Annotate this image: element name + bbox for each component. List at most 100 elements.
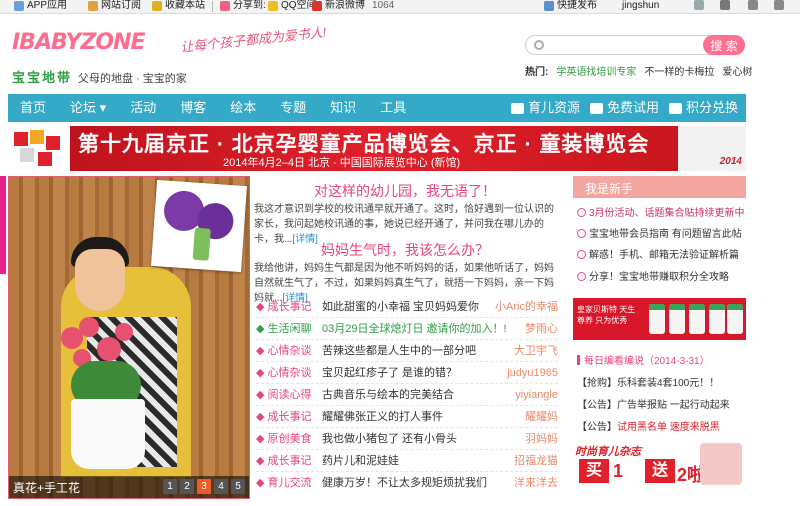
nav-tools[interactable]: 工具	[368, 94, 418, 122]
slideshow[interactable]: 真花+手工花 1 2 3 4 5	[8, 176, 250, 499]
newbie-item[interactable]: 3月份活动、话题集合贴持续更新中	[577, 204, 747, 219]
share-label: 分享到:	[220, 0, 266, 12]
nav-home[interactable]: 首页	[8, 94, 58, 122]
post-author[interactable]: yiyiangle	[515, 384, 558, 406]
post-title[interactable]: 耀耀佛张正义的打人事件	[322, 406, 443, 428]
hot-link[interactable]: 学英语找培训专家	[556, 63, 636, 78]
daily-item[interactable]: 【公告】试用黑名单 速度来脱黑	[577, 418, 720, 433]
list-item[interactable]: ◆ 生活闲聊 03月29日全球熄灯日 邀请你的加入！! 梦雨心	[256, 318, 558, 340]
star-icon	[152, 1, 162, 11]
post-category[interactable]: ◆ 育儿交流	[256, 472, 311, 494]
nav-blog[interactable]: 博客	[168, 94, 218, 122]
nav-activity[interactable]: 活动	[118, 94, 168, 122]
post-title[interactable]: 健康万岁！不让太多规矩烦扰我们	[322, 472, 487, 494]
list-item[interactable]: ◆ 原创美食 我也做小猪包了 还有小骨头 羽妈妈	[256, 428, 558, 450]
post-author[interactable]: 耀耀妈	[525, 406, 558, 428]
nav-knowledge[interactable]: 知识	[318, 94, 368, 122]
volume-icon[interactable]	[720, 0, 730, 10]
nav-picturebook[interactable]: 绘本	[218, 94, 268, 122]
search-icon	[577, 229, 586, 238]
list-item[interactable]: ◆ 阅读心得 古典音乐与绘本的完美结合 yiyiangle	[256, 384, 558, 406]
search-button[interactable]: 搜 索	[703, 35, 745, 55]
slide-page-3[interactable]: 3	[197, 479, 211, 494]
article-title[interactable]: 对这样的幼儿园，我无语了！	[252, 181, 558, 201]
hot-link[interactable]: 不一样的卡梅拉	[644, 63, 714, 78]
newbie-item[interactable]: 分享！宝宝地带赚取积分全攻略	[577, 268, 747, 283]
slide-page-5[interactable]: 5	[231, 479, 245, 494]
post-category[interactable]: ◆ 成长事记	[256, 296, 311, 318]
post-author[interactable]: 羽妈妈	[525, 428, 558, 450]
caret-down-icon: ▾	[99, 100, 107, 115]
post-title[interactable]: 如此甜蜜的小幸福 宝贝妈妈爱你	[322, 296, 479, 318]
divider	[212, 1, 213, 12]
post-author[interactable]: 梦雨心	[525, 318, 558, 340]
slide-thumbnail[interactable]	[151, 179, 247, 273]
post-author[interactable]: judyu1965	[507, 362, 558, 384]
site-logo[interactable]: IBABYZONE	[12, 28, 177, 68]
daily-item[interactable]: 【公告】广告举报贴 一起行动起来	[577, 396, 730, 411]
banner-subtitle: 2014年4月2–4日 北京 · 中国国际展览中心 (新馆)	[223, 157, 461, 169]
banner-year: 2014	[719, 156, 742, 167]
magazine-ad[interactable]: 时尚育儿杂志 买 1 送 2啦!	[573, 441, 746, 487]
post-category[interactable]: ◆ 心情杂谈	[256, 340, 311, 362]
formula-ad[interactable]: 皇家贝斯特 天生尊养 只为优秀	[573, 298, 746, 340]
post-title[interactable]: 古典音乐与绘本的完美结合	[322, 384, 454, 406]
post-author[interactable]: 招福龙猫	[514, 450, 558, 472]
slide-page-4[interactable]: 4	[214, 479, 228, 494]
weibo-share[interactable]: 新浪微博	[312, 0, 365, 12]
daily-title: 每日编看编说（2014-3-31）	[577, 352, 710, 367]
post-category[interactable]: ◆ 阅读心得	[256, 384, 311, 406]
share-count: 1064	[372, 0, 395, 11]
slide-caption-bar: 真花+手工花 1 2 3 4 5	[9, 476, 249, 498]
quick-publish[interactable]: 快捷发布	[544, 0, 597, 12]
app-menu[interactable]: APP应用	[14, 0, 67, 12]
nav-free-trial[interactable]: 免费试用	[589, 94, 659, 122]
post-author[interactable]: 小Aric的幸福	[495, 296, 558, 318]
app-icon	[14, 1, 24, 11]
post-author[interactable]: 大卫宇飞	[514, 340, 558, 362]
list-item[interactable]: ◆ 成长事记 如此甜蜜的小幸福 宝贝妈妈爱你 小Aric的幸福	[256, 296, 558, 318]
expo-banner[interactable]: 第十九届京正 · 北京孕婴童产品博览会、京正 · 童装博览会 2014年4月2–…	[8, 126, 746, 171]
cloud-icon	[510, 102, 524, 114]
list-item[interactable]: ◆ 成长事记 耀耀佛张正义的打人事件 耀耀妈	[256, 406, 558, 428]
post-category[interactable]: ◆ 成长事记	[256, 406, 311, 428]
bookmark-link[interactable]: 收藏本站	[152, 0, 205, 12]
slide-page-2[interactable]: 2	[180, 479, 194, 494]
post-category[interactable]: ◆ 生活闲聊	[256, 318, 311, 340]
list-item[interactable]: ◆ 成长事记 药片儿和泥娃娃 招福龙猫	[256, 450, 558, 472]
post-category[interactable]: ◆ 成长事记	[256, 450, 311, 472]
post-category[interactable]: ◆ 心情杂谈	[256, 362, 311, 384]
help-icon[interactable]	[774, 0, 784, 10]
nav-points[interactable]: 积分兑换	[668, 94, 738, 122]
gift-icon	[668, 102, 682, 114]
nav-forum[interactable]: 论坛 ▾	[58, 94, 118, 122]
list-item[interactable]: ◆ 育儿交流 健康万岁！不让太多规矩烦扰我们 洋来洋去	[256, 472, 558, 494]
article-title[interactable]: 妈妈生气时，我该怎么办？	[252, 240, 558, 260]
slide-page-1[interactable]: 1	[163, 479, 177, 494]
post-title[interactable]: 宝贝起红疹子了 是谁的错？	[322, 362, 457, 384]
list-item[interactable]: ◆ 心情杂谈 苦辣这些都是人生中的一部分吧 大卫宇飞	[256, 340, 558, 362]
username[interactable]: jingshun	[622, 0, 659, 12]
post-title[interactable]: 苦辣这些都是人生中的一部分吧	[322, 340, 476, 362]
qzone-share[interactable]: QQ空间	[268, 0, 317, 12]
newbie-item[interactable]: 宝宝地带会员指南 有问题留言此帖	[577, 225, 747, 240]
subscribe-link[interactable]: 网站订阅	[88, 0, 141, 12]
mail-icon[interactable]	[694, 0, 704, 10]
post-title[interactable]: 03月29日全球熄灯日 邀请你的加入！!	[322, 318, 507, 340]
nav-resources[interactable]: 育儿资源	[510, 94, 580, 122]
newbie-item[interactable]: 解惑！手机、邮箱无法验证解析篇	[577, 246, 747, 261]
settings-icon[interactable]	[748, 0, 758, 10]
post-category[interactable]: ◆ 原创美食	[256, 428, 311, 450]
daily-item[interactable]: 【抢购】乐科套装4套100元！！	[577, 374, 719, 389]
search-box: 搜 索	[525, 35, 745, 55]
post-title[interactable]: 药片儿和泥娃娃	[322, 450, 399, 472]
post-title[interactable]: 我也做小猪包了 还有小骨头	[322, 428, 457, 450]
post-author[interactable]: 洋来洋去	[514, 472, 558, 494]
logo-subtitle: 宝宝地带 父母的地盘 · 宝宝的家	[12, 70, 187, 85]
nav-topics[interactable]: 专题	[268, 94, 318, 122]
list-item[interactable]: ◆ 心情杂谈 宝贝起红疹子了 是谁的错？ judyu1965	[256, 362, 558, 384]
newbie-header: 我是新手	[573, 176, 746, 198]
hot-link[interactable]: 爱心树	[722, 63, 752, 78]
search-input[interactable]	[550, 38, 700, 52]
side-tab[interactable]	[0, 176, 6, 274]
